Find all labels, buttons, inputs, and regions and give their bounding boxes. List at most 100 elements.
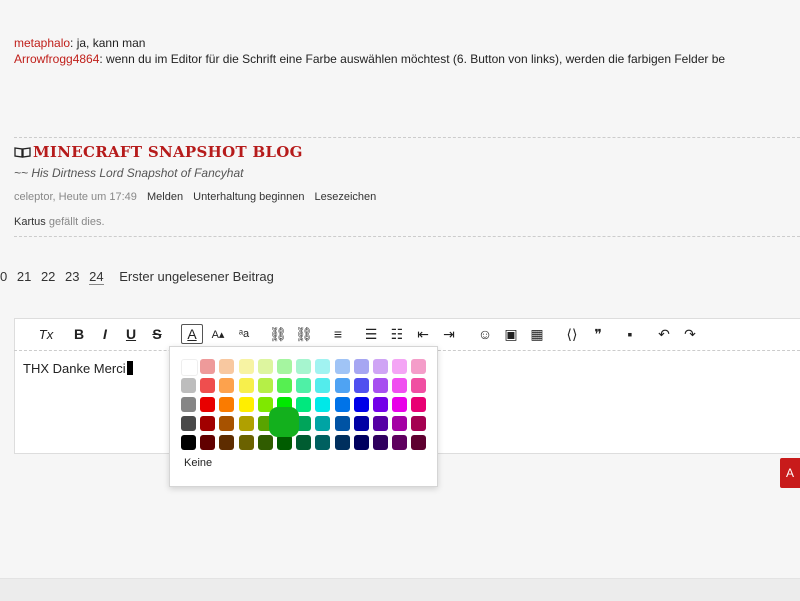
- color-swatch[interactable]: [334, 378, 350, 393]
- like-user[interactable]: Kartus: [14, 216, 46, 228]
- color-swatch[interactable]: [353, 416, 369, 431]
- report-link[interactable]: Melden: [147, 191, 183, 203]
- undo-button[interactable]: ↶: [653, 324, 675, 344]
- color-swatch[interactable]: [238, 435, 254, 450]
- color-swatch[interactable]: [334, 435, 350, 450]
- color-swatch[interactable]: [219, 416, 235, 431]
- color-swatch[interactable]: [219, 359, 235, 374]
- chat-username[interactable]: Arrowfrogg4864: [14, 52, 99, 66]
- color-swatch[interactable]: [315, 397, 331, 412]
- color-swatch[interactable]: [296, 397, 312, 412]
- page-link[interactable]: 21: [17, 269, 31, 284]
- color-swatch[interactable]: [373, 397, 388, 412]
- first-unread-link[interactable]: Erster ungelesener Beitrag: [119, 269, 274, 284]
- color-swatch[interactable]: [296, 378, 312, 393]
- color-swatch[interactable]: [315, 359, 331, 374]
- color-swatch[interactable]: [373, 435, 388, 450]
- numbered-list-button[interactable]: ☷: [386, 324, 408, 344]
- color-swatch[interactable]: [353, 378, 369, 393]
- underline-button[interactable]: U: [120, 324, 142, 344]
- editor-content[interactable]: THX Danke Merci: [23, 361, 133, 376]
- color-swatch[interactable]: [181, 359, 198, 376]
- color-swatch[interactable]: [238, 397, 254, 412]
- quote-button[interactable]: ❞: [587, 324, 609, 344]
- unlink-button[interactable]: ⛓: [293, 324, 315, 344]
- color-swatch[interactable]: [200, 378, 216, 393]
- color-swatch[interactable]: [277, 435, 292, 450]
- color-swatch[interactable]: [373, 416, 388, 431]
- align-button[interactable]: ≡: [327, 324, 349, 344]
- color-swatch[interactable]: [315, 378, 331, 393]
- color-swatch[interactable]: [277, 378, 292, 393]
- no-color-option[interactable]: Keine: [184, 457, 212, 469]
- color-swatch[interactable]: [392, 359, 408, 374]
- outdent-button[interactable]: ⇤: [412, 324, 434, 344]
- page-link[interactable]: 23: [65, 269, 79, 284]
- color-swatch[interactable]: [334, 359, 350, 374]
- color-swatch[interactable]: [181, 435, 196, 450]
- color-swatch[interactable]: [219, 397, 235, 412]
- color-swatch[interactable]: [238, 416, 254, 431]
- color-swatch[interactable]: [373, 378, 388, 393]
- send-button[interactable]: A: [780, 458, 800, 488]
- font-size-button[interactable]: A▴: [207, 324, 229, 344]
- page-link[interactable]: 0: [0, 269, 7, 284]
- start-conversation-link[interactable]: Unterhaltung beginnen: [193, 191, 304, 203]
- post-author-time[interactable]: celeptor, Heute um 17:49: [14, 191, 137, 203]
- color-swatch[interactable]: [334, 416, 350, 431]
- color-swatch[interactable]: [315, 435, 331, 450]
- color-swatch[interactable]: [411, 378, 427, 393]
- color-swatch[interactable]: [411, 397, 427, 412]
- hovered-swatch[interactable]: [269, 407, 299, 437]
- save-button[interactable]: ▪: [619, 324, 641, 344]
- smiley-button[interactable]: ☺: [474, 324, 496, 344]
- font-color-button[interactable]: A: [181, 324, 203, 344]
- color-swatch[interactable]: [353, 397, 369, 412]
- indent-button[interactable]: ⇥: [438, 324, 460, 344]
- code-button[interactable]: ⟨⟩: [561, 324, 583, 344]
- color-swatch[interactable]: [392, 435, 408, 450]
- color-swatch[interactable]: [392, 378, 408, 393]
- color-swatch[interactable]: [238, 359, 254, 374]
- color-swatch[interactable]: [238, 378, 254, 393]
- color-swatch[interactable]: [181, 416, 196, 431]
- color-swatch[interactable]: [315, 416, 331, 431]
- color-swatch[interactable]: [200, 359, 216, 374]
- bold-button[interactable]: B: [68, 324, 90, 344]
- bookmark-link[interactable]: Lesezeichen: [315, 191, 377, 203]
- color-swatch[interactable]: [392, 397, 408, 412]
- color-swatch[interactable]: [200, 416, 216, 431]
- color-swatch[interactable]: [257, 378, 273, 393]
- link-button[interactable]: ⛓: [267, 324, 289, 344]
- color-swatch[interactable]: [219, 378, 235, 393]
- page-current[interactable]: 24: [89, 269, 104, 285]
- color-swatch[interactable]: [257, 359, 273, 374]
- color-swatch[interactable]: [200, 435, 216, 450]
- remove-format-button[interactable]: Tx: [35, 324, 57, 344]
- color-swatch[interactable]: [411, 435, 427, 450]
- chat-username[interactable]: metaphalo: [14, 36, 70, 50]
- media-button[interactable]: ▦: [526, 324, 548, 344]
- color-swatch[interactable]: [296, 359, 312, 374]
- color-swatch[interactable]: [334, 397, 350, 412]
- color-swatch[interactable]: [392, 416, 408, 431]
- color-swatch[interactable]: [373, 359, 388, 374]
- redo-button[interactable]: ↷: [679, 324, 701, 344]
- color-swatch[interactable]: [200, 397, 216, 412]
- color-swatch[interactable]: [353, 435, 369, 450]
- strikethrough-button[interactable]: S: [146, 324, 168, 344]
- color-swatch[interactable]: [219, 435, 235, 450]
- bullet-list-button[interactable]: ☰: [360, 324, 382, 344]
- color-swatch[interactable]: [277, 359, 292, 374]
- color-swatch[interactable]: [181, 397, 196, 412]
- color-swatch[interactable]: [411, 416, 427, 431]
- italic-button[interactable]: I: [94, 324, 116, 344]
- color-swatch[interactable]: [411, 359, 427, 374]
- color-swatch[interactable]: [257, 435, 273, 450]
- color-swatch[interactable]: [181, 378, 196, 393]
- image-button[interactable]: ▣: [500, 324, 522, 344]
- font-family-button[interactable]: ᵃa: [233, 324, 255, 344]
- color-swatch[interactable]: [353, 359, 369, 374]
- color-swatch[interactable]: [296, 435, 312, 450]
- page-link[interactable]: 22: [41, 269, 55, 284]
